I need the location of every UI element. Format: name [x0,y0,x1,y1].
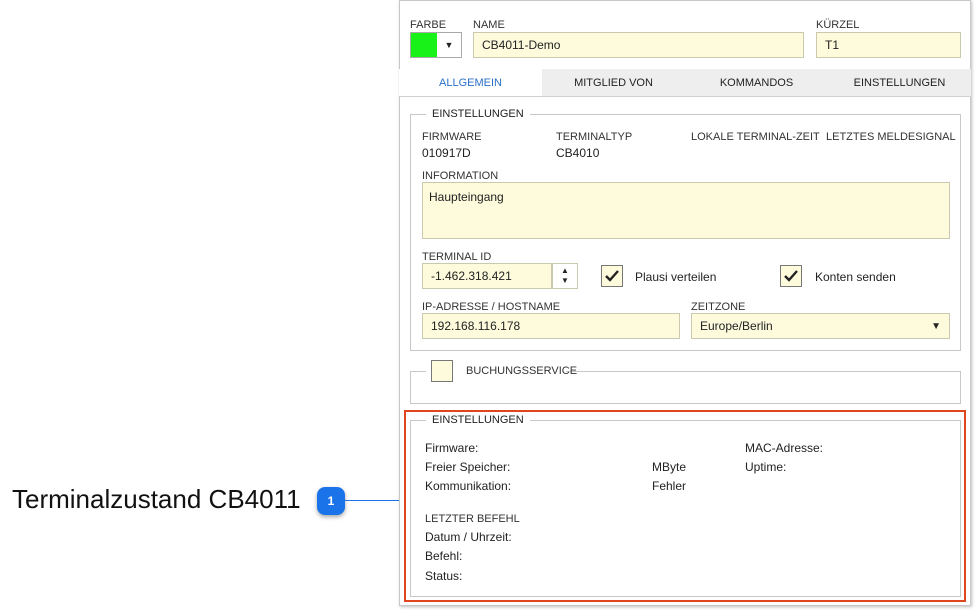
firmware-value: 010917D [422,146,471,160]
terminal-id-field[interactable]: -1.462.318.421 [422,263,552,289]
chevron-down-icon: ▼ [444,40,454,50]
tab-allgemein[interactable]: ALLGEMEIN [399,69,542,96]
tab-bar: ALLGEMEIN MITGLIED VON KOMMANDOS EINSTEL… [399,69,971,97]
terminal-id-label: TERMINAL ID [422,251,492,263]
kuerzel-field[interactable]: T1 [816,32,961,58]
letztes-meldesignal-label: LETZTES MELDESIGNAL [826,131,956,143]
callout-connector [345,500,405,501]
buchungsservice-label: BUCHUNGSSERVICE [466,365,578,377]
name-field[interactable]: CB4011-Demo [473,32,804,58]
lokale-zeit-label: LOKALE TERMINAL-ZEIT [691,131,820,143]
tab-kommandos[interactable]: KOMMANDOS [685,69,828,96]
konten-checkbox[interactable] [780,265,802,287]
name-label: NAME [473,19,505,31]
tab-mitglied-von[interactable]: MITGLIED VON [542,69,685,96]
plausi-label: Plausi verteilen [635,270,717,284]
zeitzone-value: Europe/Berlin [700,319,773,333]
terminal-id-stepper[interactable]: ▲ ▼ [552,263,578,289]
chevron-down-icon: ▼ [931,320,941,332]
farbe-label: FARBE [410,19,447,31]
arrow-up-icon[interactable]: ▲ [561,266,569,276]
settings-group-title: EINSTELLUNGEN [426,108,530,120]
terminaltyp-label: TERMINALTYP [556,131,633,143]
color-swatch [411,33,437,57]
firmware-label: FIRMWARE [422,131,482,143]
zeitzone-select[interactable]: Europe/Berlin ▼ [691,313,950,339]
check-icon [784,270,798,282]
buchungsservice-checkbox[interactable] [431,360,453,382]
callout-title: Terminalzustand CB4011 [12,484,301,514]
callout-badge: 1 [317,487,345,515]
zeitzone-label: ZEITZONE [691,301,746,313]
information-textarea[interactable]: Haupteingang [422,182,950,239]
kuerzel-label: KÜRZEL [816,19,860,31]
ip-label: IP-ADRESSE / HOSTNAME [422,301,561,313]
konten-label: Konten senden [815,270,896,284]
information-label: INFORMATION [422,170,499,182]
arrow-down-icon[interactable]: ▼ [561,276,569,286]
plausi-checkbox[interactable] [601,265,623,287]
highlight-frame [404,410,966,602]
check-icon [605,270,619,282]
terminaltyp-value: CB4010 [556,146,600,160]
color-picker[interactable]: ▼ [410,32,462,58]
ip-field[interactable]: 192.168.116.178 [422,313,680,339]
tab-einstellungen[interactable]: EINSTELLUNGEN [828,69,971,96]
